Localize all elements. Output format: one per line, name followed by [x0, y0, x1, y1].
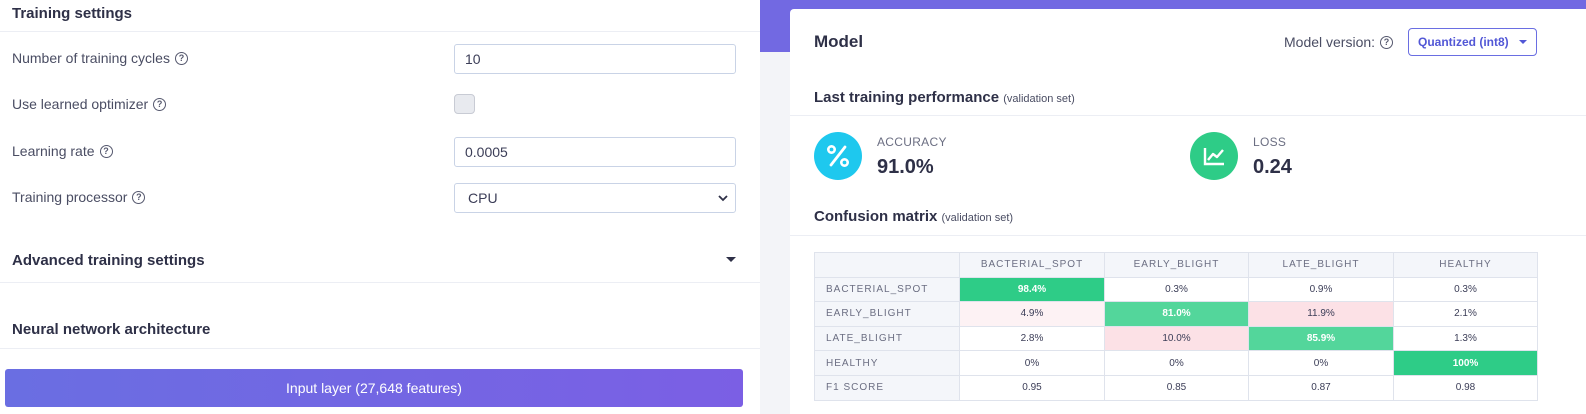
- matrix-cell: 10.0%: [1104, 325, 1249, 352]
- divider: [790, 115, 1586, 116]
- model-version-label: Model version:: [1284, 34, 1376, 50]
- f1-cell: 0.85: [1104, 374, 1249, 401]
- confusion-matrix-table: BACTERIAL_SPOT EARLY_BLIGHT LATE_BLIGHT …: [814, 252, 1538, 401]
- row-label: F1 SCORE: [814, 374, 960, 401]
- table-row: LATE_BLIGHT 2.8% 10.0% 85.9% 1.3%: [814, 325, 1538, 352]
- input-layer-block[interactable]: Input layer (27,648 features): [5, 369, 743, 407]
- last-training-performance-title: Last training performance (validation se…: [814, 89, 1075, 106]
- learning-rate-label-row: Learning rate ?: [12, 143, 113, 159]
- model-version-dropdown[interactable]: Quantized (int8): [1408, 28, 1537, 56]
- confusion-note: (validation set): [941, 212, 1014, 224]
- optimizer-label-row: Use learned optimizer ?: [12, 96, 167, 112]
- matrix-cell: 0%: [959, 350, 1105, 376]
- divider: [0, 282, 760, 283]
- column-header: HEALTHY: [1393, 252, 1538, 278]
- column-header: EARLY_BLIGHT: [1104, 252, 1249, 278]
- processor-value: CPU: [468, 190, 498, 206]
- model-title: Model: [814, 32, 864, 51]
- f1-cell: 0.98: [1393, 374, 1538, 401]
- matrix-cell: 0%: [1248, 350, 1394, 376]
- confusion-matrix-title: Confusion matrix (validation set): [814, 208, 1013, 225]
- table-header-row: BACTERIAL_SPOT EARLY_BLIGHT LATE_BLIGHT …: [814, 252, 1538, 278]
- last-perf-note: (validation set): [1003, 93, 1075, 105]
- column-header: LATE_BLIGHT: [1248, 252, 1394, 278]
- accuracy-label: ACCURACY: [877, 135, 947, 149]
- model-card: Model Model version: ? Quantized (int8) …: [790, 9, 1586, 414]
- processor-label-row: Training processor ?: [12, 189, 146, 205]
- divider: [790, 235, 1586, 236]
- f1-cell: 0.95: [959, 374, 1105, 401]
- table-row: F1 SCORE 0.95 0.85 0.87 0.98: [814, 374, 1538, 401]
- corner-cell: [814, 252, 960, 278]
- percent-icon: [814, 132, 862, 180]
- model-version-label-row: Model version: ?: [1284, 34, 1394, 50]
- loss-label: LOSS: [1253, 135, 1287, 149]
- matrix-cell: 81.0%: [1104, 301, 1249, 327]
- learning-rate-label: Learning rate: [12, 143, 95, 159]
- row-label: BACTERIAL_SPOT: [814, 276, 960, 303]
- advanced-settings-toggle[interactable]: Advanced training settings: [12, 252, 205, 269]
- training-processor-select[interactable]: CPU: [454, 183, 736, 213]
- help-icon[interactable]: ?: [99, 144, 113, 158]
- help-icon[interactable]: ?: [174, 51, 188, 65]
- cycles-label: Number of training cycles: [12, 50, 170, 66]
- caret-down-icon: [1519, 40, 1527, 44]
- divider: [0, 348, 760, 349]
- chevron-down-icon: [718, 195, 728, 202]
- model-version-value: Quantized (int8): [1418, 35, 1509, 49]
- table-row: HEALTHY 0% 0% 0% 100%: [814, 350, 1538, 376]
- training-settings-panel: Training settings Number of training cyc…: [0, 0, 760, 414]
- learned-optimizer-label: Use learned optimizer: [12, 96, 149, 112]
- training-settings-title: Training settings: [12, 5, 133, 22]
- column-header: BACTERIAL_SPOT: [959, 252, 1105, 278]
- help-icon[interactable]: ?: [153, 97, 167, 111]
- training-processor-label: Training processor: [12, 189, 128, 205]
- matrix-cell: 0.3%: [1393, 276, 1538, 303]
- matrix-cell: 1.3%: [1393, 325, 1538, 352]
- divider: [0, 31, 760, 32]
- matrix-cell: 0%: [1104, 350, 1249, 376]
- help-icon[interactable]: ?: [1380, 35, 1394, 49]
- learning-rate-input[interactable]: 0.0005: [454, 137, 736, 167]
- chart-line-icon: [1190, 132, 1238, 180]
- row-label: EARLY_BLIGHT: [814, 301, 960, 327]
- matrix-cell: 4.9%: [959, 301, 1105, 327]
- training-cycles-input[interactable]: 10: [454, 44, 736, 74]
- loss-value: 0.24: [1253, 156, 1292, 178]
- f1-cell: 0.87: [1248, 374, 1394, 401]
- row-label: HEALTHY: [814, 350, 960, 376]
- cycles-label-row: Number of training cycles ?: [12, 50, 188, 66]
- confusion-title-text: Confusion matrix: [814, 208, 938, 225]
- matrix-cell: 98.4%: [959, 276, 1105, 303]
- table-row: BACTERIAL_SPOT 98.4% 0.3% 0.9% 0.3%: [814, 276, 1538, 303]
- matrix-cell: 11.9%: [1248, 301, 1394, 327]
- help-icon[interactable]: ?: [132, 190, 146, 204]
- matrix-cell: 2.1%: [1393, 301, 1538, 327]
- caret-down-icon[interactable]: [726, 257, 736, 262]
- nn-architecture-title: Neural network architecture: [12, 321, 211, 338]
- matrix-cell: 2.8%: [959, 325, 1105, 352]
- accuracy-value: 91.0%: [877, 156, 934, 178]
- learned-optimizer-checkbox[interactable]: [454, 94, 475, 114]
- row-label: LATE_BLIGHT: [814, 325, 960, 352]
- matrix-cell: 85.9%: [1248, 325, 1394, 352]
- matrix-cell: 100%: [1393, 350, 1538, 376]
- matrix-cell: 0.9%: [1248, 276, 1394, 303]
- matrix-cell: 0.3%: [1104, 276, 1249, 303]
- table-row: EARLY_BLIGHT 4.9% 81.0% 11.9% 2.1%: [814, 301, 1538, 327]
- last-perf-title-text: Last training performance: [814, 89, 1000, 106]
